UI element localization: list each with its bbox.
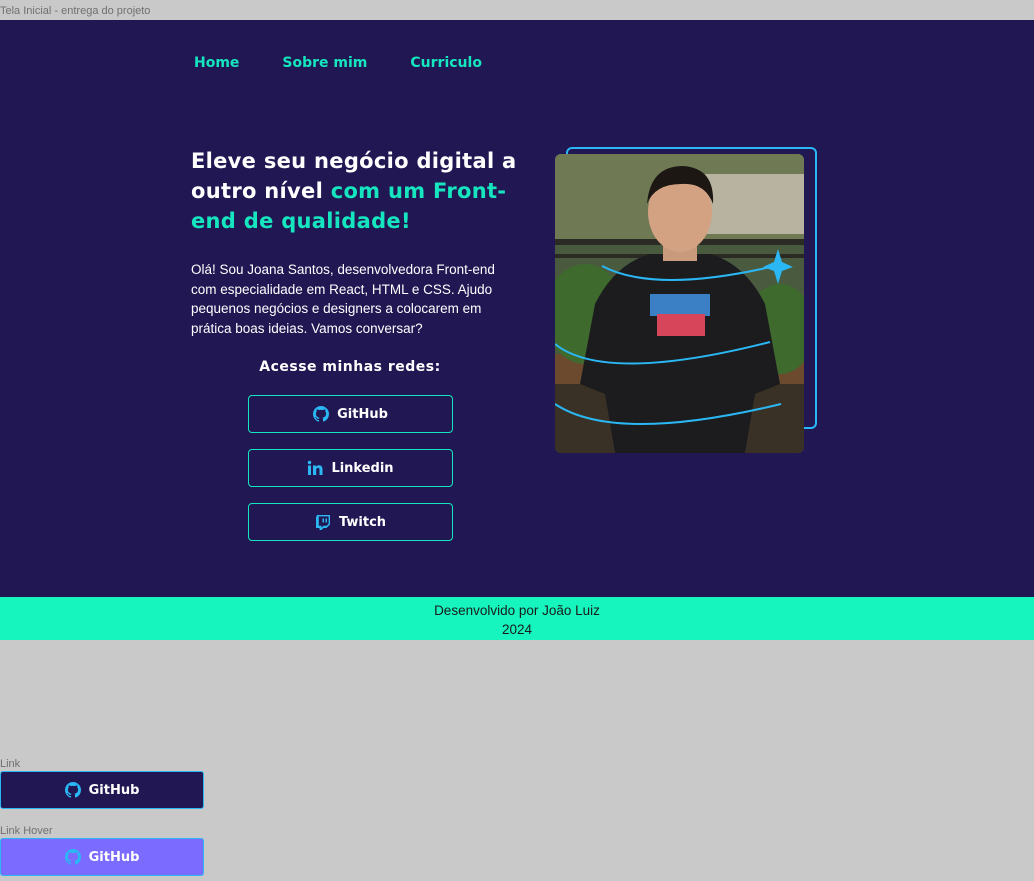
- page-footer: Desenvolvido por João Luiz 2024: [0, 597, 1034, 640]
- linkedin-label: Linkedin: [331, 460, 394, 476]
- twitch-icon: [315, 515, 330, 530]
- linkedin-icon: [308, 460, 323, 475]
- state-label-hover: Link Hover: [0, 825, 53, 837]
- github-button-default-state[interactable]: GitHub: [0, 771, 204, 809]
- nav-home[interactable]: Home: [194, 55, 239, 71]
- main-nav: Home Sobre mim Curriculo: [194, 55, 525, 71]
- hero-intro: Olá! Sou Joana Santos, desenvolvedora Fr…: [191, 262, 495, 336]
- github-icon: [64, 782, 81, 798]
- social-title: Acesse minhas redes:: [259, 359, 441, 375]
- twitch-button[interactable]: Twitch: [248, 503, 453, 541]
- nav-about[interactable]: Sobre mim: [282, 55, 367, 71]
- state-label-link: Link: [0, 758, 21, 770]
- linkedin-button[interactable]: Linkedin: [248, 449, 453, 487]
- landing-page: Home Sobre mim Curriculo Eleve seu negóc…: [0, 20, 1034, 597]
- profile-photo: [555, 154, 804, 453]
- github-icon: [313, 406, 330, 422]
- footer-year: 2024: [501, 622, 533, 637]
- nav-resume[interactable]: Curriculo: [410, 55, 482, 71]
- github-icon: [64, 849, 81, 865]
- twitch-label: Twitch: [338, 514, 387, 530]
- github-button-hover-state[interactable]: GitHub: [0, 838, 204, 876]
- hero-headline: Eleve seu negócio digital a outro nível …: [191, 146, 531, 236]
- github-button[interactable]: GitHub: [248, 395, 453, 433]
- state-link-label: GitHub: [88, 782, 140, 798]
- frame-title: Tela Inicial - entrega do projeto: [0, 5, 151, 17]
- state-hover-label: GitHub: [88, 849, 140, 865]
- github-label: GitHub: [337, 406, 388, 422]
- footer-credit: Desenvolvido por João Luiz: [434, 603, 600, 618]
